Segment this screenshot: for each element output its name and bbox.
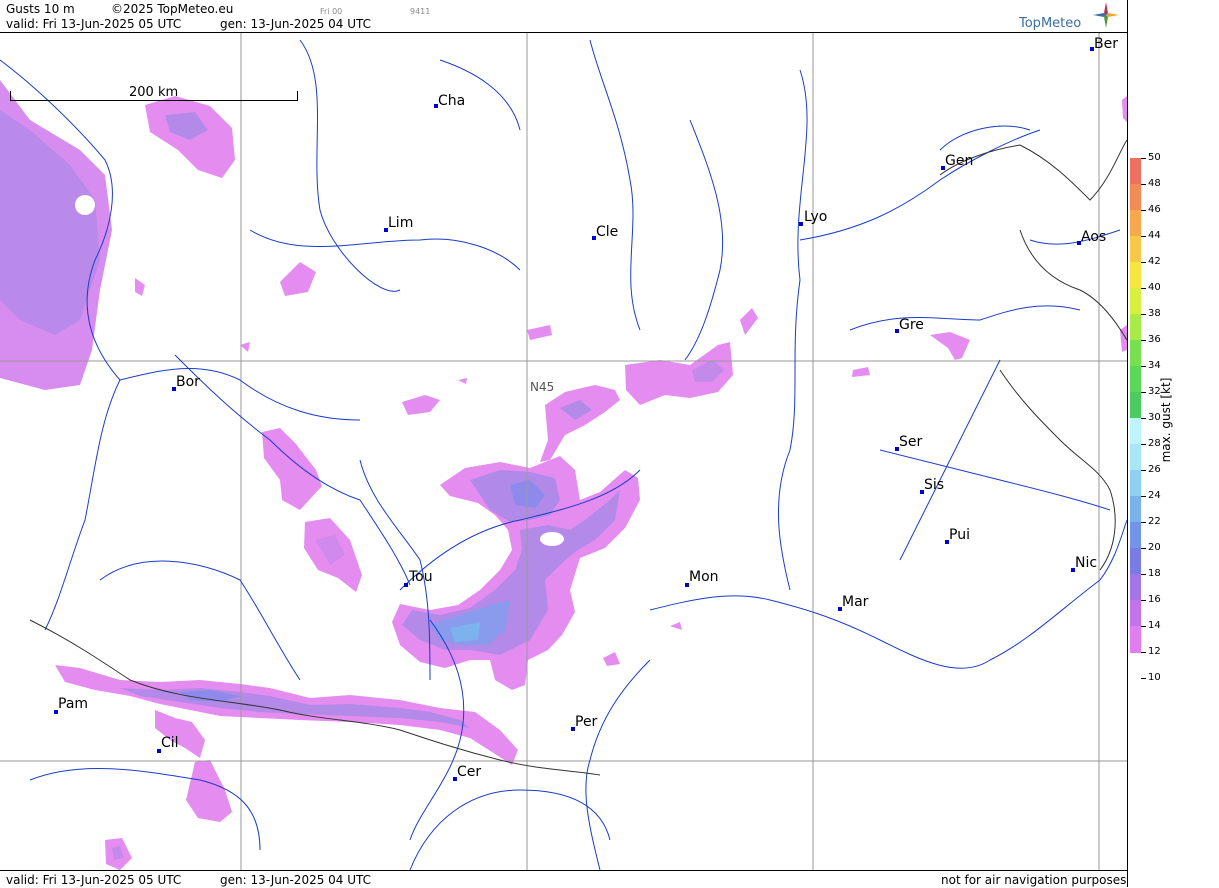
product-title: Gusts 10 m [6, 2, 75, 16]
legend-axis-label: max. gust [kt] [1159, 377, 1173, 463]
legend-color-bar [1130, 158, 1141, 653]
legend-color-segment [1130, 314, 1141, 341]
legend-tick-label: 12 [1148, 646, 1161, 657]
legend-tick-mark [1141, 470, 1146, 471]
footer-valid-time: valid: Fri 13-Jun-2025 05 UTC [6, 873, 182, 887]
legend-color-segment [1130, 626, 1141, 653]
legend-tick-mark [1141, 262, 1146, 263]
legend-color-segment [1130, 184, 1141, 211]
legend-tick-mark [1141, 548, 1146, 549]
legend-color-segment [1130, 288, 1141, 315]
legend-tick-mark [1141, 288, 1146, 289]
legend-tick-mark [1141, 522, 1146, 523]
legend-tick-mark [1141, 314, 1146, 315]
legend-color-segment [1130, 262, 1141, 289]
valid-time: valid: Fri 13-Jun-2025 05 UTC [6, 17, 182, 31]
scale-bar: 200 km [10, 69, 298, 102]
legend-tick-mark [1141, 652, 1146, 653]
legend-tick-mark [1141, 574, 1146, 575]
copyright-text: ©2025 TopMeteo.eu [111, 2, 234, 16]
legend-tick-label: 48 [1148, 178, 1161, 189]
legend-color-segment [1130, 574, 1141, 601]
legend-tick-label: 40 [1148, 282, 1161, 293]
gen-time: gen: 13-Jun-2025 04 UTC [220, 17, 372, 31]
code-label: 9411 [410, 7, 431, 16]
disclaimer-text: not for air navigation purposes [941, 873, 1127, 887]
legend-tick-mark [1141, 158, 1146, 159]
legend-tick-mark [1141, 392, 1146, 393]
legend-tick-mark [1141, 236, 1146, 237]
legend-tick-label: 22 [1148, 516, 1161, 527]
legend-tick-label: 38 [1148, 308, 1161, 319]
legend-color-segment [1130, 366, 1141, 393]
legend-tick-label: 26 [1148, 464, 1161, 475]
legend-color-segment [1130, 522, 1141, 549]
legend-color-segment [1130, 418, 1141, 445]
gust-overlay [0, 80, 1127, 870]
legend-tick-label: 18 [1148, 568, 1161, 579]
legend-tick-label: 36 [1148, 334, 1161, 345]
country-borders [29, 139, 1127, 776]
legend-tick-mark [1141, 600, 1146, 601]
legend-tick-mark [1141, 678, 1146, 679]
legend-color-segment [1130, 340, 1141, 367]
legend-color-segment [1130, 210, 1141, 237]
legend-tick-label: 46 [1148, 204, 1161, 215]
footer-gen-time: gen: 13-Jun-2025 04 UTC [220, 873, 372, 887]
legend-color-segment [1130, 496, 1141, 523]
legend-tick-label: 34 [1148, 360, 1161, 371]
legend-tick-mark [1141, 444, 1146, 445]
scale-label: 200 km [129, 85, 179, 100]
legend-color-segment [1130, 600, 1141, 627]
gust-map: N45 200 km Cha Ber Gen Lim Cle Lyo Aos G… [0, 33, 1127, 870]
legend-tick-label: 44 [1148, 230, 1161, 241]
legend-color-segment [1130, 392, 1141, 419]
header-bar: Gusts 10 m ©2025 TopMeteo.eu Fri 00 9411… [0, 0, 1127, 33]
legend-tick-mark [1141, 626, 1146, 627]
legend-color-segment [1130, 470, 1141, 497]
compass-star-icon [1093, 2, 1119, 28]
legend-tick-label: 42 [1148, 256, 1161, 267]
legend-tick-mark [1141, 340, 1146, 341]
legend-tick-mark [1141, 418, 1146, 419]
legend-tick-label: 24 [1148, 490, 1161, 501]
legend-tick-label: 14 [1148, 620, 1161, 631]
legend-tick-label: 16 [1148, 594, 1161, 605]
legend-tick-label: 20 [1148, 542, 1161, 553]
logo-text: TopMeteo [1019, 16, 1082, 31]
legend-tick-label: 10 [1148, 672, 1161, 683]
latitude-label: N45 [530, 380, 555, 394]
legend-tick-label: 50 [1148, 152, 1161, 163]
legend-tick-mark [1141, 496, 1146, 497]
footer-bar: valid: Fri 13-Jun-2025 05 UTC gen: 13-Ju… [0, 870, 1127, 888]
legend-color-segment [1130, 158, 1141, 185]
legend-color-segment [1130, 444, 1141, 471]
legend-tick-mark [1141, 184, 1146, 185]
legend-tick-mark [1141, 366, 1146, 367]
legend-color-segment [1130, 548, 1141, 575]
color-legend: 50 48 46 44 42 40 38 36 34 32 30 28 26 24 22 20 18 16 14 12… [1128, 0, 1219, 887]
topmeteo-logo: TopMeteo [1017, 2, 1127, 31]
legend-tick-mark [1141, 210, 1146, 211]
legend-color-segment [1130, 236, 1141, 263]
